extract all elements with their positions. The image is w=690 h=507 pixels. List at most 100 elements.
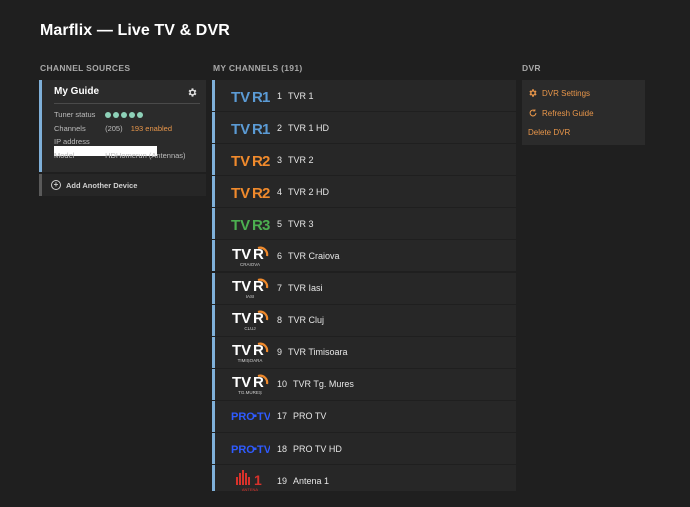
svg-text:PRO: PRO	[231, 411, 255, 423]
channel-label: 5 TVR 3	[277, 219, 314, 229]
svg-text:TV: TV	[232, 374, 251, 391]
tvr2-logo-icon: TV R 2	[228, 148, 272, 172]
svg-text:TV: TV	[232, 278, 251, 295]
svg-text:2: 2	[262, 153, 270, 169]
tuner-status-dots	[105, 112, 144, 119]
svg-text:TV: TV	[257, 411, 270, 423]
svg-text:TV: TV	[232, 246, 251, 263]
channels-enabled-link[interactable]: 193 enabled	[131, 124, 172, 133]
tuner-dot	[105, 112, 112, 119]
add-device-label: Add Another Device	[66, 180, 138, 190]
channel-number: 18	[277, 443, 288, 454]
channel-sources-panel: My Guide Tuner status Channels (205) 193…	[39, 80, 206, 196]
antena1-logo-icon: 1 ANTENA	[228, 469, 272, 491]
channel-row[interactable]: TV R 1 2 TVR 1 HD	[212, 112, 516, 144]
channel-row[interactable]: TV R CLUJ 8 TVR Cluj	[212, 304, 516, 336]
tvr-regional-logo-icon: TV R IASI	[228, 276, 272, 300]
channel-name: TVR 3	[288, 218, 314, 229]
tuner-dot	[113, 112, 120, 119]
channel-name: PRO TV	[293, 411, 327, 422]
tvr3-logo-icon: TV R 3	[228, 212, 272, 236]
channel-label: 8 TVR Cluj	[277, 315, 324, 325]
add-device-button[interactable]: + Add Another Device	[39, 174, 206, 196]
model-label: Model	[54, 151, 75, 160]
channel-label: 7 TVR Iasi	[277, 283, 323, 293]
tvr1-logo-icon: TV R 1	[228, 116, 272, 140]
ip-address-label: IP address	[54, 137, 90, 146]
channel-label: 17 PRO TV	[277, 411, 326, 421]
app-title: Marflix — Live TV & DVR	[40, 22, 230, 39]
channel-row[interactable]: TV R TIMIȘOARA 9 TVR Timisoara	[212, 336, 516, 368]
delete-dvr-label: Delete DVR	[528, 128, 571, 137]
channel-row[interactable]: TV R IASI 7 TVR Iasi	[212, 272, 516, 304]
svg-text:TV: TV	[231, 185, 250, 201]
tuner-dot	[137, 112, 144, 119]
channels-count: (205)	[105, 124, 123, 133]
tvr-regional-logo-icon: TV R CLUJ	[228, 308, 272, 332]
svg-text:1: 1	[262, 89, 270, 105]
refresh-guide-link[interactable]: Refresh Guide	[528, 108, 594, 118]
channel-name: TVR Iasi	[288, 283, 323, 294]
channel-row[interactable]: TV R 2 3 TVR 2	[212, 144, 516, 176]
gear-icon	[529, 89, 537, 97]
model-value: HDHomerun (Antennas)	[105, 151, 186, 160]
device-card[interactable]: My Guide Tuner status Channels (205) 193…	[39, 80, 206, 172]
channel-name: PRO TV HD	[293, 443, 342, 454]
channel-label: 2 TVR 1 HD	[277, 123, 329, 133]
dvr-settings-label: DVR Settings	[542, 88, 591, 98]
dvr-panel: DVR Settings Refresh Guide Delete DVR	[522, 80, 645, 145]
device-divider	[54, 103, 200, 104]
plus-circle-icon: +	[51, 180, 61, 190]
channel-label: 10 TVR Tg. Mures	[277, 379, 354, 389]
channel-name: TVR 2	[288, 154, 314, 165]
gear-icon[interactable]	[187, 85, 198, 97]
channel-number: 5	[277, 218, 283, 229]
my-channels-heading: MY CHANNELS (191)	[213, 63, 303, 73]
channel-list: TV R 1 1 TVR 1 TV R 1 2 TVR 1 HD TV R 2 3 TVR 2 TV R 2 4 TV…	[212, 80, 516, 491]
tvr-regional-logo-icon: TV R TIMIȘOARA	[228, 340, 272, 364]
refresh-guide-label: Refresh Guide	[542, 108, 594, 118]
channel-name: TVR Tg. Mures	[293, 379, 354, 390]
channel-name: TVR Timisoara	[288, 347, 348, 358]
channel-row[interactable]: TV R CRAIOVA 6 TVR Craiova	[212, 240, 516, 272]
svg-text:TV: TV	[231, 121, 250, 137]
svg-text:TIMIȘOARA: TIMIȘOARA	[238, 358, 263, 363]
channel-row[interactable]: PRO TV 17 PRO TV	[212, 400, 516, 432]
channels-label: Channels	[54, 124, 86, 133]
tuner-dot	[121, 112, 128, 119]
channel-number: 8	[277, 315, 283, 326]
channel-row[interactable]: PRO TV 18 PRO TV HD	[212, 433, 516, 465]
channel-label: 9 TVR Timisoara	[277, 347, 348, 357]
channel-name: TVR Cluj	[288, 315, 325, 326]
channel-label: 18 PRO TV HD	[277, 444, 342, 454]
channel-label: 19 Antena 1	[277, 476, 329, 486]
tuner-status-label: Tuner status	[54, 110, 96, 119]
channel-label: 1 TVR 1	[277, 91, 314, 101]
svg-text:IASI: IASI	[246, 294, 255, 299]
svg-text:CLUJ: CLUJ	[244, 326, 255, 331]
dvr-settings-link[interactable]: DVR Settings	[528, 88, 590, 98]
channel-row[interactable]: TV R TG.MUREȘ 10 TVR Tg. Mures	[212, 368, 516, 400]
channel-row[interactable]: TV R 2 4 TVR 2 HD	[212, 176, 516, 208]
tvr2-logo-icon: TV R 2	[228, 180, 272, 204]
svg-text:TV: TV	[231, 153, 250, 169]
tvr-regional-logo-icon: TV R CRAIOVA	[228, 244, 272, 268]
device-name: My Guide	[54, 86, 100, 97]
protv-logo-icon: PRO TV	[228, 404, 272, 428]
svg-text:CRAIOVA: CRAIOVA	[240, 262, 260, 267]
channel-row[interactable]: TV R 3 5 TVR 3	[212, 208, 516, 240]
svg-text:PRO: PRO	[231, 444, 255, 456]
delete-dvr-link[interactable]: Delete DVR	[528, 128, 570, 137]
svg-text:1: 1	[262, 121, 270, 137]
svg-text:TV: TV	[232, 310, 251, 327]
tuner-status-row: Tuner status	[54, 110, 144, 119]
channel-number: 10	[277, 379, 288, 390]
channel-row[interactable]: TV R 1 1 TVR 1	[212, 80, 516, 111]
channel-number: 6	[277, 250, 283, 261]
svg-text:1: 1	[254, 472, 262, 488]
channel-name: TVR 2 HD	[288, 186, 330, 197]
channel-label: 6 TVR Craiova	[277, 251, 340, 261]
channel-row[interactable]: 1 ANTENA 19 Antena 1	[212, 465, 516, 491]
channel-number: 17	[277, 411, 288, 422]
channel-name: TVR Craiova	[288, 250, 340, 261]
